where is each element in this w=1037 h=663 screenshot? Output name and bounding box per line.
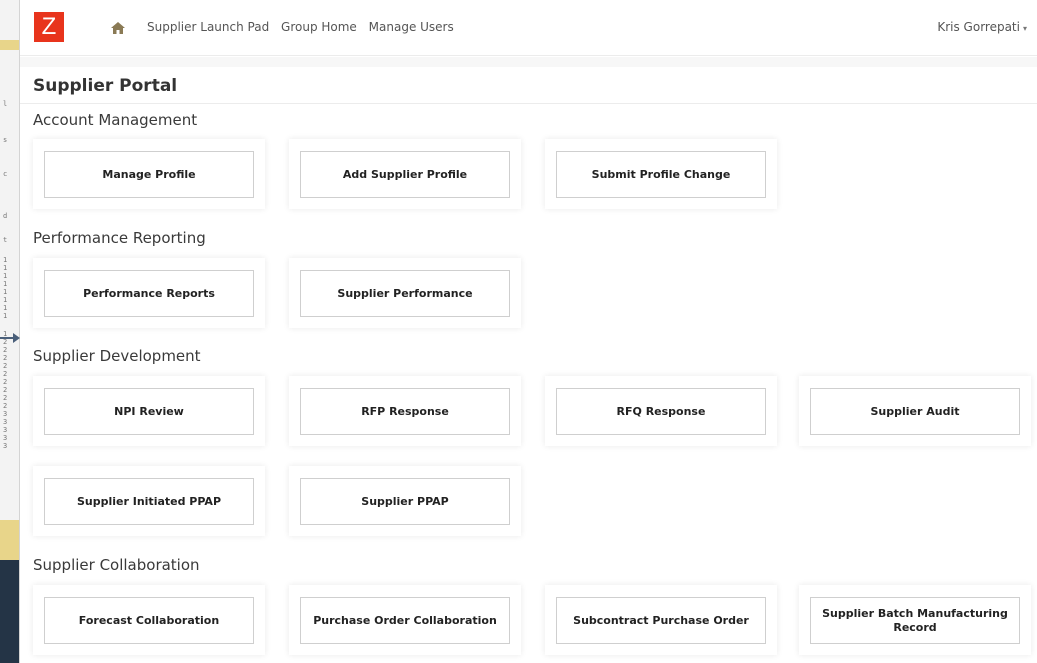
supplier-batch-manufacturing-record-button[interactable]: Supplier Batch Manufacturing Record — [810, 597, 1020, 644]
section-title-supplier-collaboration: Supplier Collaboration — [33, 556, 200, 574]
nav-links: Supplier Launch Pad Group Home Manage Us… — [147, 20, 462, 34]
user-name: Kris Gorrepati — [937, 20, 1020, 34]
tile-card: Supplier PPAP — [289, 466, 521, 536]
tile-card: RFQ Response — [545, 376, 777, 446]
tile-card: Forecast Collaboration — [33, 585, 265, 655]
user-menu[interactable]: Kris Gorrepati ▾ — [937, 20, 1027, 34]
tile-card: NPI Review — [33, 376, 265, 446]
background-window-edge: l s c d t 11111111 122222222233333 — [0, 0, 20, 663]
supplier-ppap-button[interactable]: Supplier PPAP — [300, 478, 510, 525]
purchase-order-collaboration-button[interactable]: Purchase Order Collaboration — [300, 597, 510, 644]
section-title-supplier-development: Supplier Development — [33, 347, 201, 365]
subcontract-purchase-order-button[interactable]: Subcontract Purchase Order — [556, 597, 766, 644]
nav-link-manage-users[interactable]: Manage Users — [369, 20, 454, 34]
home-icon[interactable] — [110, 20, 126, 36]
add-supplier-profile-button[interactable]: Add Supplier Profile — [300, 151, 510, 198]
tile-card: RFP Response — [289, 376, 521, 446]
tile-card: Performance Reports — [33, 258, 265, 328]
rfp-response-button[interactable]: RFP Response — [300, 388, 510, 435]
tile-card: Supplier Batch Manufacturing Record — [799, 585, 1031, 655]
rfq-response-button[interactable]: RFQ Response — [556, 388, 766, 435]
divider — [20, 103, 1037, 104]
forecast-collaboration-button[interactable]: Forecast Collaboration — [44, 597, 254, 644]
performance-reports-button[interactable]: Performance Reports — [44, 270, 254, 317]
section-title-performance-reporting: Performance Reporting — [33, 229, 206, 247]
manage-profile-button[interactable]: Manage Profile — [44, 151, 254, 198]
tile-card: Purchase Order Collaboration — [289, 585, 521, 655]
tile-card: Manage Profile — [33, 139, 265, 209]
nav-link-group-home[interactable]: Group Home — [281, 20, 357, 34]
npi-review-button[interactable]: NPI Review — [44, 388, 254, 435]
tile-card: Submit Profile Change — [545, 139, 777, 209]
section-title-account-management: Account Management — [33, 111, 198, 129]
tile-card: Subcontract Purchase Order — [545, 585, 777, 655]
nav-link-supplier-launch-pad[interactable]: Supplier Launch Pad — [147, 20, 269, 34]
logo[interactable]: Z — [34, 12, 64, 42]
supplier-initiated-ppap-button[interactable]: Supplier Initiated PPAP — [44, 478, 254, 525]
tile-card: Supplier Audit — [799, 376, 1031, 446]
arrow-pointer — [0, 333, 20, 343]
supplier-performance-button[interactable]: Supplier Performance — [300, 270, 510, 317]
page-title: Supplier Portal — [33, 76, 178, 96]
tile-card: Add Supplier Profile — [289, 139, 521, 209]
supplier-audit-button[interactable]: Supplier Audit — [810, 388, 1020, 435]
header-band — [20, 57, 1037, 67]
tile-card: Supplier Initiated PPAP — [33, 466, 265, 536]
tile-card: Supplier Performance — [289, 258, 521, 328]
top-navbar: Z Supplier Launch Pad Group Home Manage … — [20, 0, 1037, 56]
caret-down-icon: ▾ — [1022, 24, 1027, 33]
submit-profile-change-button[interactable]: Submit Profile Change — [556, 151, 766, 198]
